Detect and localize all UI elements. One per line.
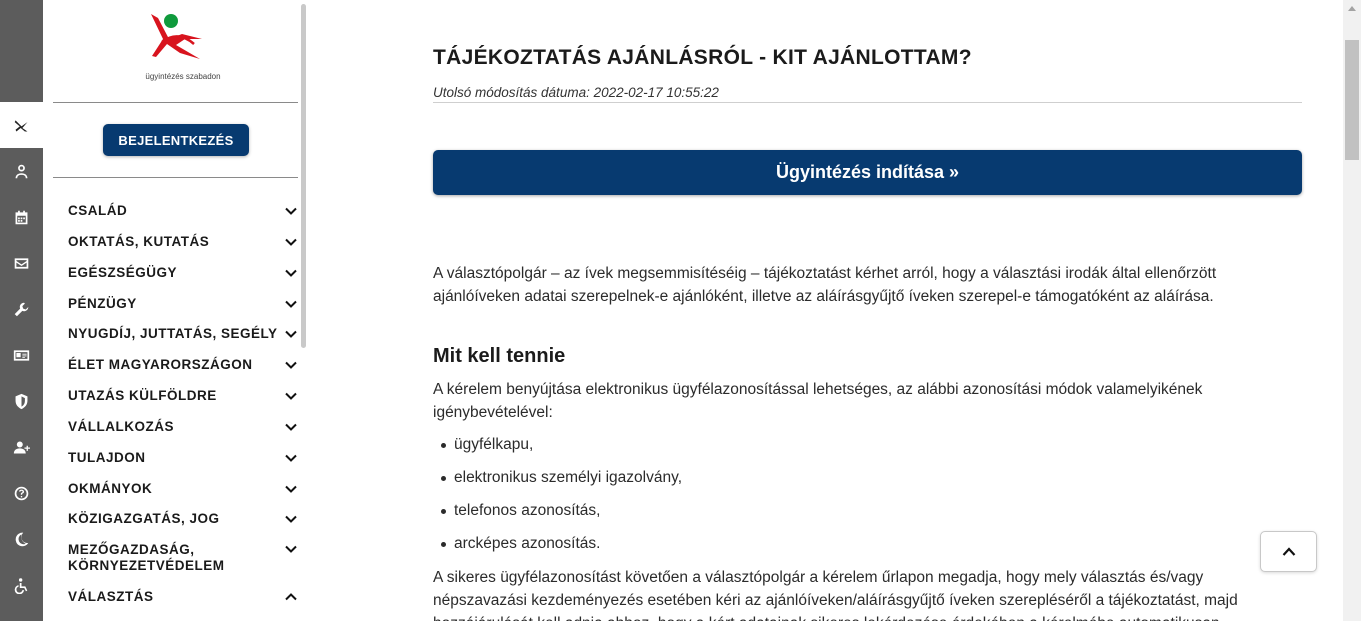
site-logo[interactable]: ügyintézés szabadon bbox=[138, 8, 228, 88]
logo-caption: ügyintézés szabadon bbox=[145, 72, 221, 81]
page-title: TÁJÉKOZTATÁS AJÁNLÁSRÓL - KIT AJÁNLOTTAM… bbox=[433, 46, 972, 69]
chevron-down-icon bbox=[284, 420, 298, 434]
category-label: KÖZIGAZGATÁS, JOG bbox=[68, 511, 220, 526]
section-heading: Mit kell tennie bbox=[433, 345, 566, 367]
shield-icon[interactable] bbox=[0, 378, 43, 424]
user-icon[interactable] bbox=[0, 148, 43, 194]
paragraph-line: A kérelem benyújtása elektronikus ügyfél… bbox=[433, 381, 1203, 398]
category-label: VÁLASZTÁS bbox=[68, 589, 154, 604]
calendar-icon[interactable] bbox=[0, 194, 43, 240]
category-tulajdon[interactable]: TULAJDON bbox=[68, 450, 298, 466]
list-item: ügyfélkapu, bbox=[440, 436, 534, 453]
start-process-button[interactable]: Ügyintézés indítása » bbox=[433, 150, 1302, 195]
category-label: OKMÁNYOK bbox=[68, 481, 153, 496]
moon-icon[interactable] bbox=[0, 516, 43, 562]
scroll-to-top-button[interactable] bbox=[1260, 531, 1317, 572]
chevron-down-icon bbox=[284, 542, 298, 556]
chevron-down-icon bbox=[284, 327, 298, 341]
wrench-icon[interactable] bbox=[0, 286, 43, 332]
category-label: VÁLLALKOZÁS bbox=[68, 419, 174, 434]
scrollbar-thumb[interactable] bbox=[1345, 40, 1359, 160]
scroll-up-arrow-icon[interactable] bbox=[1348, 6, 1356, 11]
list-item: telefonos azonosítás, bbox=[441, 502, 601, 519]
chevron-down-icon bbox=[284, 204, 298, 218]
category-valasztas[interactable]: VÁLASZTÁS bbox=[68, 589, 298, 605]
category-label: PÉNZÜGY bbox=[68, 296, 137, 311]
category-label: ÉLET MAGYARORSZÁGON bbox=[68, 357, 253, 372]
divider bbox=[53, 177, 298, 178]
sidebar: ügyintézés szabadon BEJELENTKEZÉS CSALÁD… bbox=[43, 0, 307, 621]
divider bbox=[53, 102, 298, 103]
category-label: EGÉSZSÉGÜGY bbox=[68, 265, 178, 280]
category-label: UTAZÁS KÜLFÖLDRE bbox=[68, 388, 217, 403]
page-scrollbar[interactable] bbox=[1343, 0, 1361, 621]
category-label: NYUGDÍJ, JUTTATÁS, SEGÉLY bbox=[68, 326, 278, 341]
paragraph-line: hozzájárulását kell adnia ahhoz, hogy a … bbox=[433, 612, 1302, 621]
category-penzugy[interactable]: PÉNZÜGY bbox=[68, 296, 298, 312]
main-content: TÁJÉKOZTATÁS AJÁNLÁSRÓL - KIT AJÁNLOTTAM… bbox=[307, 0, 1343, 621]
category-okmanyok[interactable]: OKMÁNYOK bbox=[68, 481, 298, 497]
list-item: arcképes azonosítás. bbox=[440, 535, 601, 552]
category-utazas-kulfoldre[interactable]: UTAZÁS KÜLFÖLDRE bbox=[68, 388, 298, 404]
paragraph-line: népszavazási kezdeményezés esetében kéri… bbox=[433, 592, 1238, 609]
chevron-down-icon bbox=[284, 482, 298, 496]
category-label: OKTATÁS, KUTATÁS bbox=[68, 234, 210, 249]
chevron-down-icon bbox=[284, 512, 298, 526]
chevron-down-icon bbox=[284, 266, 298, 280]
category-label-line: MEZŐGAZDASÁG, bbox=[68, 542, 195, 557]
help-icon[interactable] bbox=[0, 470, 43, 516]
chevron-down-icon bbox=[284, 235, 298, 249]
accessibility-icon[interactable] bbox=[0, 562, 43, 608]
category-oktatas-kutatas[interactable]: OKTATÁS, KUTATÁS bbox=[68, 234, 298, 250]
sidebar-scrollbar[interactable] bbox=[301, 4, 306, 348]
chevron-down-icon bbox=[284, 358, 298, 372]
category-csalad[interactable]: CSALÁD bbox=[68, 203, 298, 219]
paragraph-line: ajánlóíveken adatai szerepelnek-e ajánló… bbox=[433, 288, 1214, 305]
mail-icon[interactable] bbox=[0, 240, 43, 286]
last-modified: Utolsó módosítás dátuma: 2022-02-17 10:5… bbox=[433, 85, 719, 100]
login-button[interactable]: BEJELENTKEZÉS bbox=[103, 124, 249, 156]
intro-paragraph: A választópolgár – az ívek megsemmisítés… bbox=[433, 262, 1302, 308]
chevron-down-icon bbox=[284, 451, 298, 465]
category-label: CSALÁD bbox=[68, 203, 128, 218]
category-kozigazgatas-jog[interactable]: KÖZIGAZGATÁS, JOG bbox=[68, 511, 298, 527]
chevron-down-icon bbox=[284, 389, 298, 403]
category-label: MEZŐGAZDASÁG, KÖRNYEZETVÉDELEM bbox=[68, 542, 225, 574]
chevron-up-icon bbox=[284, 590, 298, 604]
category-vallalkozas[interactable]: VÁLLALKOZÁS bbox=[68, 419, 298, 435]
icon-rail bbox=[0, 0, 43, 621]
category-label-line: KÖRNYEZETVÉDELEM bbox=[68, 558, 225, 573]
category-mezogazdasag[interactable]: MEZŐGAZDASÁG, KÖRNYEZETVÉDELEM bbox=[68, 542, 298, 574]
category-nyugdij[interactable]: NYUGDÍJ, JUTTATÁS, SEGÉLY bbox=[68, 326, 298, 342]
divider bbox=[433, 102, 1302, 103]
logo-mark-icon bbox=[151, 14, 202, 59]
paragraph-line: A sikeres ügyfélazonosítást követően a v… bbox=[433, 569, 1204, 586]
category-label: TULAJDON bbox=[68, 450, 146, 465]
add-user-icon[interactable] bbox=[0, 424, 43, 470]
chevron-down-icon bbox=[284, 297, 298, 311]
paragraph-line: A választópolgár – az ívek megsemmisítés… bbox=[433, 265, 1217, 282]
list-item: elektronikus személyi igazolvány, bbox=[440, 469, 683, 486]
after-auth-paragraph: A sikeres ügyfélazonosítást követően a v… bbox=[433, 566, 1302, 621]
agency-logo-icon[interactable] bbox=[0, 102, 43, 148]
chevron-up-icon bbox=[1282, 546, 1295, 556]
requirements-paragraph: A kérelem benyújtása elektronikus ügyfél… bbox=[433, 378, 1302, 424]
category-elet-magyarorszagon[interactable]: ÉLET MAGYARORSZÁGON bbox=[68, 357, 298, 373]
id-card-icon[interactable] bbox=[0, 332, 43, 378]
paragraph-line: igénybevételével: bbox=[433, 404, 553, 421]
category-egeszsegugy[interactable]: EGÉSZSÉGÜGY bbox=[68, 265, 298, 281]
